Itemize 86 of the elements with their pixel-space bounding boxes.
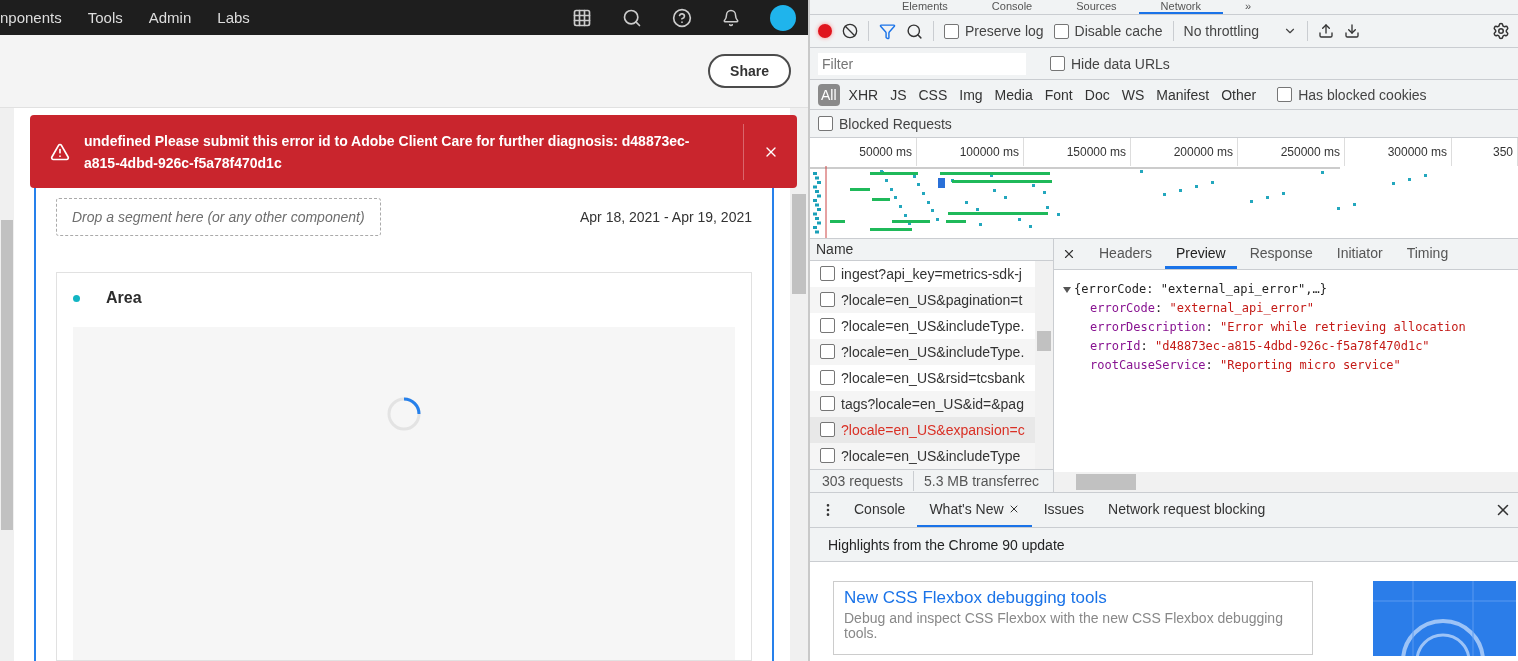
time-tick: 250000 ms: [1238, 138, 1345, 166]
time-tick: 300000 ms: [1345, 138, 1452, 166]
type-filter[interactable]: WS: [1118, 83, 1148, 106]
checkbox[interactable]: [944, 23, 959, 39]
feature-description: Debug and inspect CSS Flexbox with the new CSS Flexbox debugging tools.: [844, 611, 1284, 641]
nav-link[interactable]: nponents: [0, 9, 62, 26]
detail-tab[interactable]: Headers: [1088, 239, 1163, 269]
request-row[interactable]: tags?locale=en_US&id=&pag: [810, 390, 1035, 417]
type-filter[interactable]: Doc: [1081, 83, 1113, 106]
scrollbar-thumb[interactable]: [792, 194, 806, 294]
nav-link[interactable]: Tools: [87, 9, 123, 26]
settings-icon[interactable]: [1492, 22, 1510, 40]
type-filter[interactable]: CSS: [915, 83, 951, 106]
filter-field[interactable]: Filter: [818, 52, 1026, 75]
type-filter[interactable]: Media: [991, 83, 1036, 106]
time-tick: 50000 ms: [810, 138, 917, 166]
detail-tab[interactable]: Initiator: [1325, 239, 1394, 269]
request-row[interactable]: ?locale=en_US&expansion=c: [810, 416, 1035, 443]
checkbox[interactable]: [1277, 87, 1293, 102]
time-tick: 100000 ms: [917, 138, 1024, 166]
date-range: Apr 18, 2021 - Apr 19, 2021: [580, 209, 752, 225]
nav-link[interactable]: Admin: [148, 9, 192, 26]
type-filter[interactable]: Manifest: [1153, 83, 1213, 106]
warning-icon: [50, 141, 70, 162]
panel-tab[interactable]: Elements: [880, 0, 970, 14]
type-filter[interactable]: Img: [956, 83, 986, 106]
transfer-size: 5.3 MB transferrec: [923, 472, 1040, 489]
checkbox[interactable]: [1050, 56, 1065, 71]
record-button[interactable]: [818, 24, 832, 38]
detail-tab[interactable]: Preview: [1164, 239, 1237, 269]
apps-icon[interactable]: [572, 7, 592, 28]
checkbox-label: Disable cache: [1074, 23, 1163, 39]
checkbox-label: Blocked Requests: [839, 115, 952, 132]
request-row[interactable]: ?locale=en_US&includeType.: [810, 338, 1035, 365]
checkbox[interactable]: [1053, 23, 1069, 39]
search-icon[interactable]: [906, 22, 923, 40]
preview-summary: {errorCode: "external_api_error",…}: [1074, 281, 1327, 298]
drawer-tab[interactable]: Issues: [1031, 493, 1097, 527]
throttling-select[interactable]: No throttling: [1183, 23, 1297, 39]
type-filter[interactable]: Other: [1218, 83, 1260, 106]
json-property: rootCauseService: "Reporting micro service": [1089, 357, 1401, 374]
scrollbar-thumb[interactable]: [1037, 330, 1051, 351]
card-title: Area: [106, 289, 142, 307]
panel-tab[interactable]: Console: [969, 0, 1055, 14]
avatar[interactable]: [770, 4, 796, 31]
request-row[interactable]: ?locale=en_US&pagination=t: [810, 286, 1035, 313]
checkbox-label: Hide data URLs: [1071, 55, 1170, 72]
drawer-tab[interactable]: Network request blocking: [1096, 493, 1278, 527]
json-property: errorDescription: "Error while retrieving allocation: [1089, 319, 1466, 336]
expand-triangle-icon[interactable]: [1062, 285, 1072, 295]
more-tabs[interactable]: »: [1222, 0, 1274, 14]
filter-icon[interactable]: [879, 22, 896, 40]
upload-icon[interactable]: [1318, 23, 1334, 39]
type-filter[interactable]: XHR: [845, 83, 882, 106]
type-filter[interactable]: JS: [887, 83, 910, 106]
detail-tab[interactable]: Response: [1238, 239, 1324, 269]
clear-icon[interactable]: [842, 23, 858, 39]
share-button[interactable]: Share: [708, 54, 791, 88]
type-filter[interactable]: Font: [1041, 83, 1076, 106]
error-message: undefined Please submit this error id to Adobe Client Care for further diagnosis: d48873ec-a815-4dbd-926c-f5a78f470d1c: [83, 131, 691, 173]
detail-tab[interactable]: Timing: [1395, 239, 1460, 269]
time-tick: 200000 ms: [1131, 138, 1238, 166]
request-row[interactable]: ?locale=en_US&includeType: [810, 442, 1035, 469]
nav-link[interactable]: Labs: [217, 9, 250, 26]
checkbox[interactable]: [818, 116, 833, 131]
feature-link[interactable]: New CSS Flexbox debugging tools: [844, 588, 1302, 608]
json-property: errorId: "d48873ec-a815-4dbd-926c-f5a78f470d1c": [1089, 338, 1430, 355]
bell-icon[interactable]: [722, 8, 740, 27]
help-icon[interactable]: [672, 7, 692, 28]
section-heading: Highlights from the Chrome 90 update: [810, 528, 1518, 562]
json-property: errorCode: "external_api_error": [1089, 300, 1314, 317]
time-tick: 150000 ms: [1024, 138, 1131, 166]
column-header: Name: [810, 239, 1053, 261]
close-icon[interactable]: [1062, 247, 1076, 261]
time-tick: 350: [1452, 138, 1518, 166]
download-icon[interactable]: [1344, 23, 1360, 39]
panel-tab[interactable]: Sources: [1054, 0, 1139, 14]
scrollbar-thumb[interactable]: [1, 220, 13, 530]
legend-dot: [73, 294, 80, 302]
search-icon[interactable]: [622, 7, 642, 28]
segment-drop-zone[interactable]: Drop a segment here (or any other component): [56, 198, 381, 236]
drawer-tab[interactable]: Console: [842, 493, 918, 527]
checkbox-label: Preserve log: [965, 23, 1044, 39]
scrollbar-thumb[interactable]: [1076, 474, 1136, 490]
request-count: 303 requests: [822, 472, 903, 489]
checkbox-label: Has blocked cookies: [1298, 86, 1427, 103]
